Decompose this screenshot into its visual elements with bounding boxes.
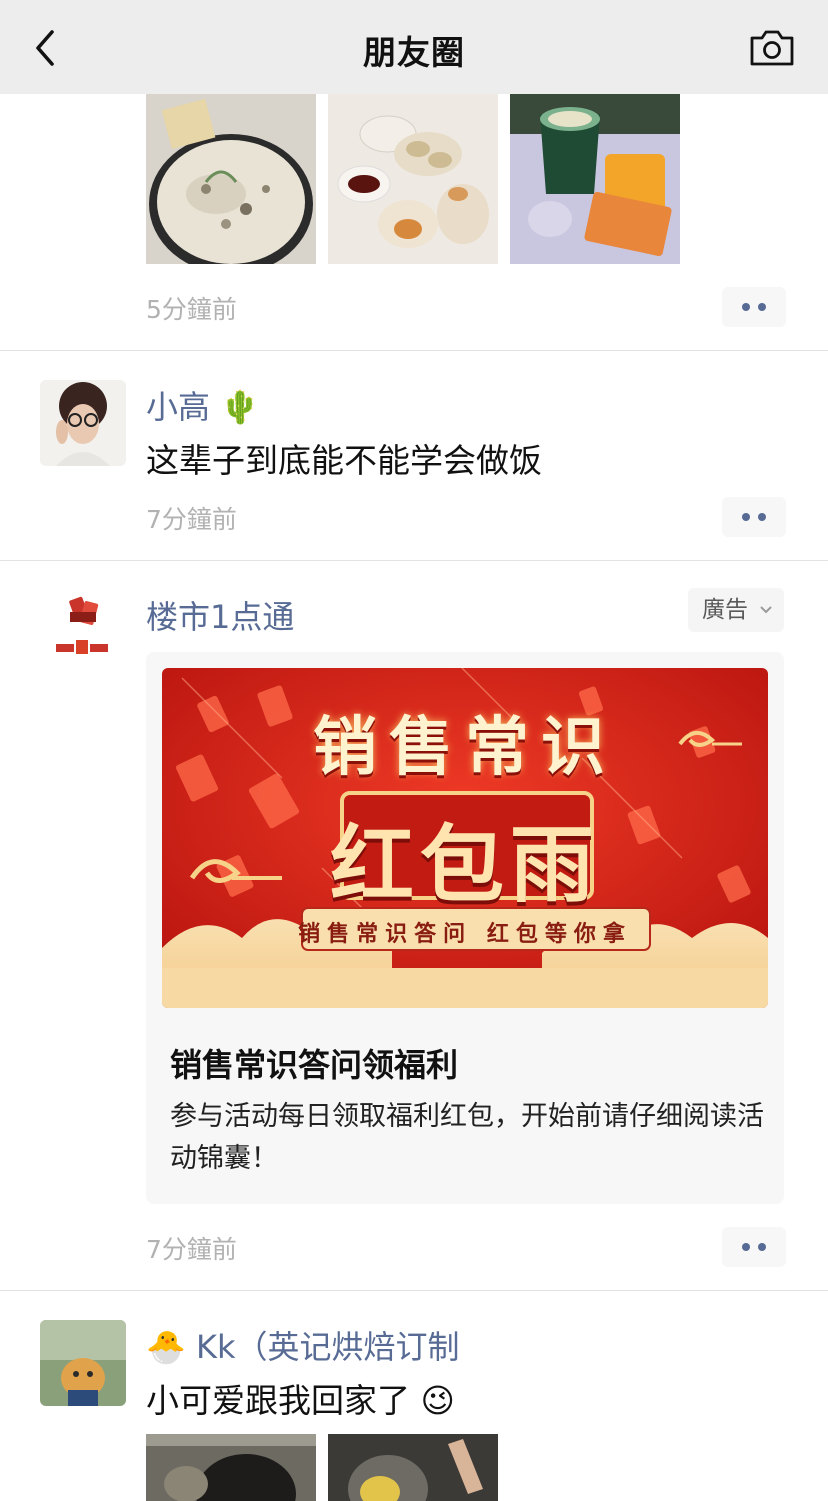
post-text-content: 小可爱跟我回家了	[146, 1381, 410, 1420]
ad-label: 廣告	[702, 597, 748, 623]
more-actions-button[interactable]	[722, 1227, 786, 1267]
user-name[interactable]: 🐣 Kk（英记烘焙订制	[146, 1322, 460, 1368]
camera-icon[interactable]	[748, 28, 796, 68]
ad-banner-image[interactable]: 销售常识 红包雨 销售常识答问 红包等你拿	[162, 668, 768, 1008]
more-actions-button[interactable]	[722, 287, 786, 327]
ad-description: 参与活动每日领取福利红包，开始前请仔细阅读活动锦囊！	[170, 1101, 764, 1174]
avatar[interactable]	[40, 1320, 126, 1406]
chevron-down-icon	[760, 606, 772, 614]
post-photo-1[interactable]	[146, 1434, 316, 1501]
page-title: 朋友圈	[363, 33, 465, 72]
ad-card[interactable]: 销售常识 红包雨 销售常识答问 红包等你拿 销售常识答问领福利 参与活动每日领取…	[146, 652, 784, 1204]
user-name[interactable]: 小高 🌵	[146, 382, 260, 428]
user-name-text[interactable]: 小高	[146, 388, 210, 426]
banner-title: 销售常识	[313, 711, 617, 785]
divider	[0, 1290, 828, 1291]
nav-bar: 朋友圈	[0, 0, 828, 94]
post-text: 小可爱跟我回家了 😉	[146, 1374, 455, 1422]
post-photo-1[interactable]	[146, 94, 316, 264]
divider	[0, 350, 828, 351]
banner-main: 红包雨	[329, 816, 600, 914]
post-time: 7分鐘前	[146, 505, 237, 534]
advertiser-name[interactable]: 楼市1点通	[146, 592, 294, 638]
cactus-emoji: 🌵	[220, 388, 261, 426]
post-photo-2[interactable]	[328, 94, 498, 264]
wink-emoji: 😉	[420, 1381, 455, 1420]
chick-emoji: 🐣	[146, 1328, 186, 1366]
post-time: 7分鐘前	[146, 1235, 237, 1264]
banner-subtitle: 销售常识答问 红包等你拿	[298, 922, 632, 947]
post-photo-2[interactable]	[328, 1434, 498, 1501]
divider	[0, 560, 828, 561]
ad-label-dropdown[interactable]: 廣告	[688, 588, 784, 632]
avatar[interactable]	[40, 380, 126, 466]
user-name-text[interactable]: Kk（英记烘焙订制	[196, 1328, 460, 1366]
post-text: 这辈子到底能不能学会做饭	[146, 441, 542, 480]
avatar[interactable]	[40, 590, 126, 676]
ad-headline: 销售常识答问领福利	[170, 1046, 459, 1084]
post-photo-3[interactable]	[510, 94, 680, 264]
post-time: 5分鐘前	[146, 295, 237, 324]
more-actions-button[interactable]	[722, 497, 786, 537]
